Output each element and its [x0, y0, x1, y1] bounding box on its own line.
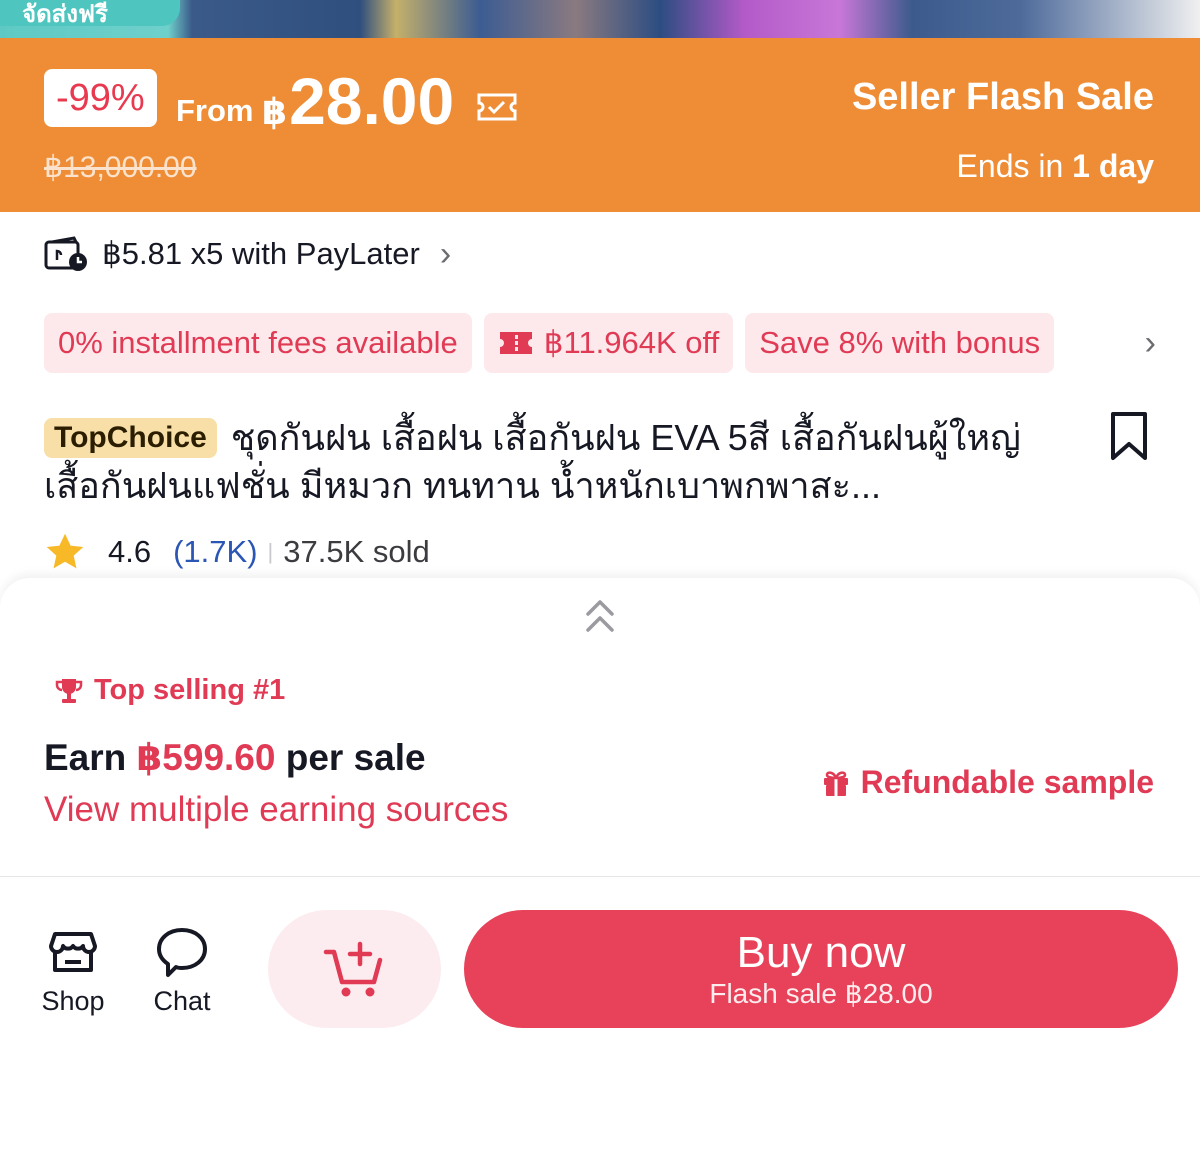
- chevron-double-up-icon[interactable]: [584, 598, 616, 634]
- paylater-icon: [44, 236, 87, 271]
- rating-count[interactable]: (1.7K): [173, 534, 257, 570]
- earn-suffix: per sale: [285, 737, 426, 778]
- top-selling-text: Top selling #1: [94, 674, 286, 706]
- chat-bubble-icon: [157, 928, 207, 977]
- countdown-value: 1 day: [1072, 148, 1154, 184]
- bookmark-icon[interactable]: [1108, 410, 1150, 462]
- product-image-strip[interactable]: จัดส่งฟรี: [0, 0, 1200, 38]
- chat-button[interactable]: Chat: [137, 924, 227, 1017]
- chevron-right-icon: ›: [439, 234, 452, 273]
- chip-discount[interactable]: ฿11.964K off: [483, 313, 734, 373]
- refundable-sample[interactable]: Refundable sample: [821, 764, 1154, 801]
- separator: |: [267, 539, 274, 564]
- flash-sale-banner: -99% From ฿ 28.00 ฿13,000.00 Seller Flas…: [0, 38, 1200, 212]
- chat-label: Chat: [153, 986, 211, 1016]
- top-selling-label: Top selling #1: [54, 674, 285, 707]
- from-label: From: [176, 93, 254, 128]
- currency-symbol: ฿: [262, 91, 288, 132]
- original-price: ฿13,000.00: [44, 151, 197, 184]
- buy-now-label: Buy now: [736, 928, 906, 977]
- countdown: Ends in 1 day: [957, 148, 1154, 185]
- earn-per-sale: Earn ฿599.60 per sale: [44, 736, 426, 779]
- discount-badge: -99%: [44, 69, 157, 127]
- chevron-right-icon[interactable]: ›: [1145, 313, 1156, 373]
- buy-now-subtitle: Flash sale ฿28.00: [709, 978, 933, 1009]
- chip-installment[interactable]: 0% installment fees available: [44, 313, 472, 373]
- coupon-check-icon: [477, 93, 517, 121]
- sold-count: 37.5K sold: [283, 534, 430, 569]
- chip-label: ฿11.964K off: [543, 325, 720, 360]
- countdown-prefix: Ends in: [956, 148, 1064, 184]
- add-to-cart-button[interactable]: [268, 910, 441, 1028]
- gift-icon: [823, 770, 848, 796]
- earn-prefix: Earn: [44, 737, 127, 778]
- chip-bonus[interactable]: Save 8% with bonus: [745, 313, 1055, 373]
- buy-now-button[interactable]: Buy now Flash sale ฿28.00: [464, 910, 1178, 1028]
- chip-label: Save 8% with bonus: [759, 325, 1041, 360]
- rating-value: 4.6: [108, 534, 152, 569]
- earn-amount: ฿599.60: [136, 737, 276, 778]
- add-to-cart-icon: [323, 941, 382, 997]
- rating-row[interactable]: 4.6 (1.7K) | 37.5K sold: [44, 532, 430, 572]
- star-icon: [46, 533, 84, 569]
- trophy-icon: [55, 678, 83, 703]
- sale-price: ฿ 28.00: [262, 66, 454, 147]
- promo-chips[interactable]: 0% installment fees available ฿11.964K o…: [44, 313, 1156, 373]
- sale-price-value: 28.00: [289, 64, 455, 138]
- shop-button[interactable]: Shop: [28, 924, 118, 1017]
- product-title-block: TopChoice ชุดกันฝน เสื้อฝน เสื้อกันฝน EVA…: [44, 414, 1064, 510]
- shop-icon: [49, 932, 97, 972]
- flash-sale-title: Seller Flash Sale: [851, 76, 1154, 118]
- affiliate-sheet: Top selling #1 Earn ฿599.60 per sale Vie…: [0, 578, 1200, 1155]
- ticket-icon: [499, 332, 532, 354]
- view-earning-sources-link[interactable]: View multiple earning sources: [44, 790, 508, 830]
- free-shipping-tag: จัดส่งฟรี: [0, 0, 180, 28]
- refundable-text: Refundable sample: [860, 764, 1154, 800]
- shop-label: Shop: [41, 986, 105, 1016]
- chip-label: 0% installment fees available: [58, 325, 458, 360]
- topchoice-badge: TopChoice: [44, 418, 217, 458]
- paylater-text: ฿5.81 x5 with PayLater: [102, 236, 420, 271]
- paylater-row[interactable]: ฿5.81 x5 with PayLater ›: [44, 232, 451, 276]
- divider: [0, 876, 1200, 877]
